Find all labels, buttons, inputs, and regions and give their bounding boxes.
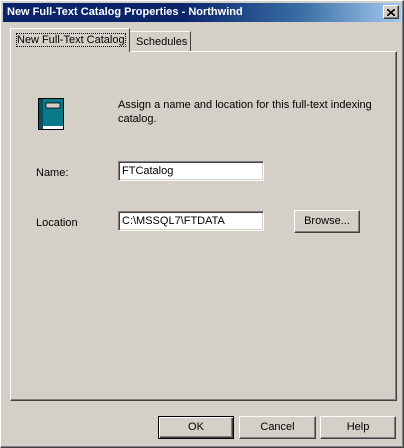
description-text: Assign a name and location for this full… (118, 99, 372, 125)
name-label: Name: (36, 167, 69, 179)
location-label: Location (36, 217, 78, 229)
tab-new-full-text-catalog[interactable]: New Full-Text Catalog (10, 28, 130, 52)
close-icon (387, 8, 395, 16)
tab-schedules[interactable]: Schedules (129, 31, 191, 51)
cancel-button[interactable]: Cancel (239, 416, 316, 439)
dialog-window: New Full-Text Catalog Properties - North… (0, 0, 404, 448)
browse-button[interactable]: Browse... (294, 210, 360, 233)
tab-label: New Full-Text Catalog (16, 33, 126, 47)
catalog-book-icon (38, 98, 64, 130)
title-bar[interactable]: New Full-Text Catalog Properties - North… (3, 3, 401, 22)
location-input[interactable]: C:\MSSQL7\FTDATA (118, 211, 264, 231)
window-title: New Full-Text Catalog Properties - North… (7, 6, 243, 18)
tab-panel: Assign a name and location for this full… (10, 51, 397, 401)
help-button[interactable]: Help (320, 416, 396, 439)
ok-button[interactable]: OK (158, 416, 234, 439)
tab-label: Schedules (136, 36, 188, 48)
close-button[interactable] (383, 5, 399, 19)
name-input[interactable]: FTCatalog (118, 161, 264, 181)
